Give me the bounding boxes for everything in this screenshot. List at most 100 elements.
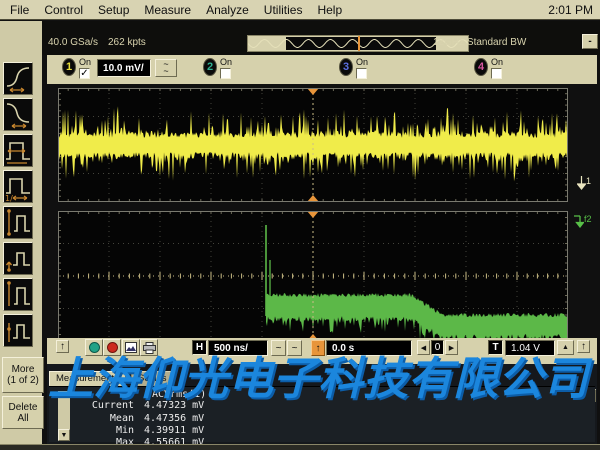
preview-trigger-tick xyxy=(358,36,360,51)
more-button[interactable]: More (1 of 2) xyxy=(2,357,44,393)
function-2-marker[interactable]: f2 xyxy=(572,214,592,228)
run-control-toolbar: ↑ H 500 ns/ ~ ~ ↑ 0.0 s ◀ 0 ▶ T xyxy=(47,338,597,364)
measurements-panel: ▼ ACVrms(1) Current 4.47323 mV Mean 4.47… xyxy=(49,386,595,442)
trigger-label: T xyxy=(488,340,503,355)
timebase-zoom-in-button[interactable]: ~ xyxy=(287,340,302,356)
delete-all-line2: All xyxy=(3,413,43,424)
menu-analyze[interactable]: Analyze xyxy=(206,3,249,17)
scroll-up-left-button[interactable]: ↑ xyxy=(56,340,69,353)
arrow-up-icon: ↑ xyxy=(316,343,321,354)
clipboard-button[interactable] xyxy=(122,339,140,356)
arrow-up-icon: ↑ xyxy=(60,341,65,352)
delete-all-line1: Delete xyxy=(3,402,43,413)
measure-v-minimum-button[interactable] xyxy=(3,242,33,275)
trigger-level-display[interactable]: 1.04 V xyxy=(505,340,555,356)
scroll-down-button[interactable]: ▼ xyxy=(58,429,70,441)
measurement-row-label: Min xyxy=(79,425,134,436)
horizontal-label: H xyxy=(192,340,207,355)
sine-icon: ~ xyxy=(276,343,282,354)
channel-4-badge[interactable]: 4 xyxy=(474,58,488,76)
channel-3-on-label: On xyxy=(356,58,368,67)
peak-to-peak-icon xyxy=(4,207,32,238)
measurement-row-value: 4.47323 mV xyxy=(144,400,204,411)
arrow-up-triangle-icon: ▲ xyxy=(562,344,569,351)
sample-rate: 40.0 GSa/s xyxy=(48,37,98,48)
channel-1-scale-spinner[interactable]: ~~ xyxy=(155,59,177,77)
sine-down-icon: ~ xyxy=(163,68,168,75)
trigger-level-up-button[interactable]: ▲ xyxy=(557,340,574,355)
pulse-width-positive-icon xyxy=(4,135,32,166)
measure-fall-time-button[interactable] xyxy=(3,98,33,131)
trigger-position-button[interactable]: ↑ xyxy=(311,340,325,356)
memory-depth: 262 kpts xyxy=(108,37,146,48)
v-average-icon xyxy=(4,315,32,346)
window-bottom-edge xyxy=(0,444,600,450)
measure-v-average-button[interactable] xyxy=(3,314,33,347)
channel-3-on-checkbox[interactable] xyxy=(356,68,367,79)
sine-icon: ~ xyxy=(292,343,298,354)
measurement-row-label: Mean xyxy=(79,413,134,424)
clock: 2:01 PM xyxy=(548,3,600,17)
timebase-zoom-out-button[interactable]: ~ xyxy=(271,340,286,356)
stop-button[interactable] xyxy=(103,339,121,356)
measure-peak-to-peak-button[interactable] xyxy=(3,206,33,239)
channel-4-controls: 4 On xyxy=(474,58,503,79)
channel-3-badge[interactable]: 3 xyxy=(339,58,353,76)
v-maximum-icon xyxy=(4,279,32,310)
rise-time-icon xyxy=(4,63,32,94)
channel-4-on-checkbox[interactable] xyxy=(491,68,502,79)
measurement-row-value: 4.39911 mV xyxy=(144,425,204,436)
menu-help[interactable]: Help xyxy=(317,3,342,17)
arrow-left-icon: ◀ xyxy=(421,344,426,352)
menu-setup[interactable]: Setup xyxy=(98,3,129,17)
tab-measurements[interactable]: Measurements xyxy=(49,371,126,386)
channel-1-badge[interactable]: 1 xyxy=(62,58,76,76)
more-button-line2: (1 of 2) xyxy=(3,375,43,386)
arrow-down-icon xyxy=(577,176,586,190)
upper-waveform-grid[interactable] xyxy=(58,88,568,202)
tab-scales[interactable]: Scales xyxy=(131,371,174,386)
screen-capture-icon xyxy=(125,342,137,353)
measure-pulse-width-button[interactable] xyxy=(3,134,33,167)
measure-v-maximum-button[interactable] xyxy=(3,278,33,311)
run-button[interactable] xyxy=(85,339,103,356)
step-right-button[interactable]: ▶ xyxy=(445,340,458,355)
menu-measure[interactable]: Measure xyxy=(144,3,191,17)
fall-time-icon xyxy=(4,99,32,130)
hook-arrow-down-icon xyxy=(572,214,584,228)
channel-1-on-checkbox[interactable]: ✓ xyxy=(79,68,90,79)
menu-utilities[interactable]: Utilities xyxy=(264,3,303,17)
channel-1-on-label: On xyxy=(79,58,91,67)
bandwidth-label: 12GHz Standard BW xyxy=(433,37,526,48)
measurement-source-header: ACVrms(1) xyxy=(152,389,206,400)
function-2-marker-label: f2 xyxy=(584,214,592,224)
channel-1-scale-display[interactable]: 10.0 mV/ xyxy=(97,59,151,77)
timebase-display[interactable]: 500 ns/ xyxy=(208,340,268,356)
measure-rise-time-button[interactable] xyxy=(3,62,33,95)
menu-control[interactable]: Control xyxy=(44,3,83,17)
channel-2-controls: 2 On xyxy=(203,58,232,79)
svg-text:1/: 1/ xyxy=(5,194,13,202)
measurement-row-value: 4.47356 mV xyxy=(144,413,204,424)
measure-frequency-button[interactable]: 1/ xyxy=(3,170,33,203)
minimize-button[interactable]: - xyxy=(582,34,598,49)
channel-controls-row: 1 On ✓ 10.0 mV/ ~~ 2 On 3 On 4 xyxy=(47,55,597,84)
scroll-up-right-button[interactable]: ↑ xyxy=(577,340,590,353)
print-button[interactable] xyxy=(140,339,158,356)
zero-position-display: 0 xyxy=(431,340,444,355)
channel-3-controls: 3 On xyxy=(339,58,368,79)
channel-2-on-label: On xyxy=(220,58,232,67)
lower-waveform-grid[interactable] xyxy=(58,211,568,341)
step-left-button[interactable]: ◀ xyxy=(417,340,430,355)
channel-2-badge[interactable]: 2 xyxy=(203,58,217,76)
menu-file[interactable]: File xyxy=(10,3,29,17)
measurement-row-label: Current xyxy=(79,400,134,411)
channel-2-on-checkbox[interactable] xyxy=(220,68,231,79)
delete-all-button[interactable]: Delete All xyxy=(2,396,44,429)
arrow-right-icon: ▶ xyxy=(449,344,454,352)
quick-measure-sidebar: 1/ xyxy=(0,21,42,444)
trigger-position-display[interactable]: 0.0 s xyxy=(326,340,412,356)
measurements-scrollbar[interactable]: ▼ xyxy=(58,391,70,441)
channel-4-on-label: On xyxy=(491,58,503,67)
channel-1-ground-marker[interactable]: 1 xyxy=(577,176,591,190)
